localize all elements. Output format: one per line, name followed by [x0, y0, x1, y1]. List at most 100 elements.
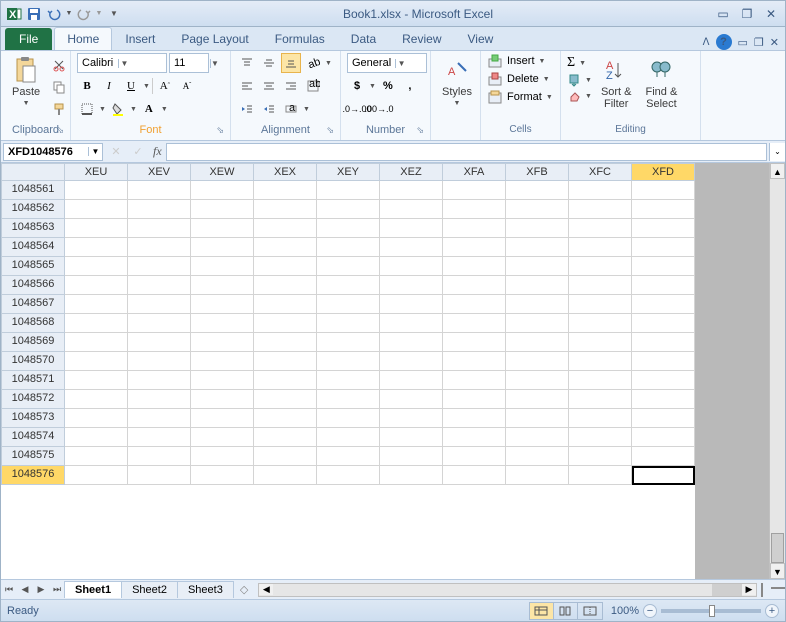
cell[interactable] — [569, 238, 632, 257]
paste-button[interactable]: Paste ▼ — [7, 53, 45, 110]
cell[interactable] — [506, 466, 569, 485]
column-header[interactable]: XFD — [632, 163, 695, 181]
maximize-button[interactable]: ❐ — [737, 6, 757, 22]
borders-button[interactable] — [77, 99, 97, 119]
cell[interactable] — [443, 371, 506, 390]
horizontal-scrollbar[interactable]: ◀ ▶ — [258, 583, 757, 597]
row-header[interactable]: 1048563 — [1, 219, 65, 238]
cell[interactable] — [317, 314, 380, 333]
cell[interactable] — [128, 390, 191, 409]
cell[interactable] — [254, 428, 317, 447]
cell[interactable] — [443, 257, 506, 276]
cell[interactable] — [317, 352, 380, 371]
zoom-slider[interactable] — [661, 609, 761, 613]
cell[interactable] — [65, 181, 128, 200]
prev-sheet-button[interactable]: ◀ — [17, 584, 33, 595]
cell[interactable] — [128, 219, 191, 238]
cell[interactable] — [380, 390, 443, 409]
page-break-view-button[interactable] — [578, 603, 602, 619]
cell[interactable] — [128, 314, 191, 333]
cell[interactable] — [254, 371, 317, 390]
cell[interactable] — [506, 447, 569, 466]
increase-font-button[interactable]: Aˆ — [155, 76, 175, 96]
font-size-combo[interactable]: 11▼ — [169, 53, 209, 73]
cell[interactable] — [443, 219, 506, 238]
cell[interactable] — [380, 333, 443, 352]
cell[interactable] — [128, 447, 191, 466]
cell[interactable] — [317, 181, 380, 200]
column-header[interactable]: XEY — [317, 163, 380, 181]
align-center-button[interactable] — [259, 76, 279, 96]
cell[interactable] — [128, 200, 191, 219]
align-top-button[interactable] — [237, 53, 257, 73]
cell[interactable] — [65, 314, 128, 333]
cell[interactable] — [191, 447, 254, 466]
cell[interactable] — [317, 200, 380, 219]
next-sheet-button[interactable]: ▶ — [33, 584, 49, 595]
column-header[interactable]: XEW — [191, 163, 254, 181]
cell[interactable] — [569, 200, 632, 219]
cell[interactable] — [191, 352, 254, 371]
cell[interactable] — [128, 276, 191, 295]
bold-button[interactable]: B — [77, 76, 97, 96]
format-painter-button[interactable] — [49, 99, 69, 119]
column-header[interactable]: XEU — [65, 163, 128, 181]
cell[interactable] — [191, 409, 254, 428]
cell[interactable] — [128, 181, 191, 200]
cell[interactable] — [443, 352, 506, 371]
cell[interactable] — [191, 390, 254, 409]
cell[interactable] — [632, 390, 695, 409]
clipboard-dialog-launcher[interactable]: ⬂ — [56, 125, 64, 136]
sheet-tab[interactable]: Sheet3 — [177, 581, 234, 598]
delete-cells-button[interactable]: Delete▼ — [487, 71, 553, 87]
save-icon[interactable] — [25, 5, 43, 23]
cell[interactable] — [191, 238, 254, 257]
cell[interactable] — [506, 371, 569, 390]
cell[interactable] — [254, 447, 317, 466]
cell[interactable] — [569, 257, 632, 276]
column-header[interactable]: XEV — [128, 163, 191, 181]
vertical-scrollbar[interactable]: ▲ ▼ — [769, 163, 785, 579]
cell[interactable] — [569, 390, 632, 409]
cell[interactable] — [65, 219, 128, 238]
row-header[interactable]: 1048565 — [1, 257, 65, 276]
cell[interactable] — [632, 295, 695, 314]
normal-view-button[interactable] — [530, 603, 554, 619]
row-header[interactable]: 1048564 — [1, 238, 65, 257]
cell[interactable] — [443, 409, 506, 428]
tab-data[interactable]: Data — [338, 27, 389, 50]
cell[interactable] — [128, 409, 191, 428]
row-header[interactable]: 1048573 — [1, 409, 65, 428]
cell[interactable] — [65, 352, 128, 371]
zoom-out-button[interactable]: − — [643, 604, 657, 618]
cell[interactable] — [632, 333, 695, 352]
cell[interactable] — [569, 371, 632, 390]
insert-cells-button[interactable]: Insert▼ — [487, 53, 553, 69]
cell[interactable] — [254, 295, 317, 314]
increase-indent-button[interactable] — [259, 99, 279, 119]
cell[interactable] — [443, 276, 506, 295]
autosum-button[interactable]: Σ▼ — [567, 55, 592, 71]
cell[interactable] — [317, 447, 380, 466]
cell[interactable] — [443, 295, 506, 314]
cell[interactable] — [191, 276, 254, 295]
row-header[interactable]: 1048567 — [1, 295, 65, 314]
cell[interactable] — [506, 219, 569, 238]
cell[interactable] — [254, 257, 317, 276]
cell[interactable] — [254, 219, 317, 238]
cell[interactable] — [254, 314, 317, 333]
wrap-text-button[interactable]: ab — [303, 76, 323, 96]
file-tab[interactable]: File — [5, 28, 52, 50]
cell[interactable] — [443, 181, 506, 200]
hsplit-handle[interactable] — [761, 583, 767, 597]
cell[interactable] — [128, 295, 191, 314]
currency-button[interactable]: $ — [347, 76, 367, 96]
styles-button[interactable]: A Styles ▼ — [437, 53, 477, 110]
cell[interactable] — [569, 181, 632, 200]
last-sheet-button[interactable]: ⏭ — [49, 584, 65, 595]
cell[interactable] — [65, 257, 128, 276]
cell[interactable] — [632, 200, 695, 219]
cancel-formula-icon[interactable]: ✕ — [105, 145, 127, 158]
cell[interactable] — [569, 314, 632, 333]
cell[interactable] — [443, 428, 506, 447]
